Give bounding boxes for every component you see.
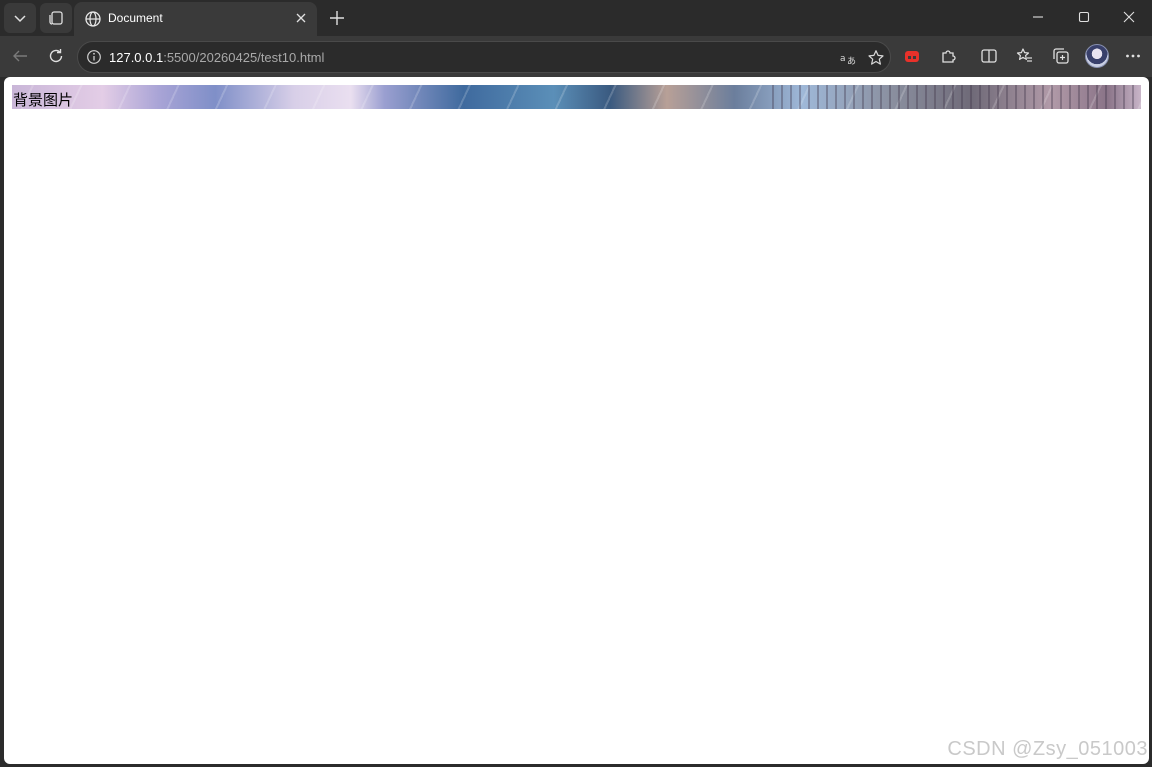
tab-title: Document: [108, 11, 163, 25]
maximize-icon: [1078, 11, 1090, 23]
background-box-text: 背景图片: [13, 91, 74, 109]
workspaces-button[interactable]: [40, 3, 72, 33]
plus-icon: [330, 11, 344, 25]
favorites-icon: [1016, 48, 1032, 62]
watermark: CSDN @Zsy_051003: [947, 738, 1148, 760]
window-close-button[interactable]: [1106, 0, 1152, 34]
extension-red-icon: [905, 51, 919, 62]
favorites-button[interactable]: [1010, 41, 1040, 71]
read-aloud-icon: aあ: [840, 54, 856, 67]
browser-window: Document 127.0.0.1:5500/20260425/test10.…: [0, 0, 1152, 767]
svg-text:あ: あ: [847, 56, 856, 67]
puzzle-icon: [942, 50, 956, 63]
refresh-button[interactable]: [41, 41, 71, 71]
back-icon: [13, 50, 27, 62]
url-host: 127.0.0.1: [109, 50, 164, 65]
tab-active[interactable]: Document: [74, 2, 317, 36]
page-viewport: 背景图片: [4, 77, 1149, 764]
profile-avatar[interactable]: [1085, 44, 1109, 68]
refresh-icon: [49, 49, 63, 63]
minimize-icon: [1033, 16, 1043, 18]
split-screen-icon: [981, 49, 997, 63]
star-icon: [868, 50, 884, 65]
close-icon[interactable]: [295, 12, 307, 24]
tab-strip: Document: [0, 0, 1152, 36]
tab-list-button[interactable]: [4, 3, 36, 33]
tab-list-icon: [14, 15, 26, 23]
window-close-icon: [1123, 11, 1135, 23]
address-bar[interactable]: 127.0.0.1:5500/20260425/test10.html aあ: [77, 41, 891, 73]
new-tab-button[interactable]: [323, 4, 351, 32]
extension-button[interactable]: [897, 41, 927, 71]
toolbar: 127.0.0.1:5500/20260425/test10.html aあ: [0, 36, 1152, 77]
info-icon[interactable]: [86, 49, 102, 65]
svg-text:a: a: [840, 54, 846, 64]
favorite-star-button[interactable]: [866, 48, 886, 68]
collections-button[interactable]: [1046, 41, 1076, 71]
more-button[interactable]: [1118, 41, 1148, 71]
maximize-button[interactable]: [1061, 0, 1107, 34]
collections-icon: [49, 11, 63, 25]
more-icon: [1126, 54, 1140, 58]
read-aloud-button[interactable]: aあ: [838, 48, 858, 68]
collections-add-icon: [1053, 48, 1069, 64]
split-screen-button[interactable]: [974, 41, 1004, 71]
globe-icon: [85, 11, 101, 27]
back-button[interactable]: [5, 41, 35, 71]
url-text: 127.0.0.1:5500/20260425/test10.html: [109, 50, 324, 65]
url-path: :5500/20260425/test10.html: [163, 50, 325, 65]
minimize-button[interactable]: [1015, 0, 1061, 34]
extensions-button[interactable]: [933, 41, 963, 71]
background-image-box: 背景图片: [12, 85, 1141, 109]
